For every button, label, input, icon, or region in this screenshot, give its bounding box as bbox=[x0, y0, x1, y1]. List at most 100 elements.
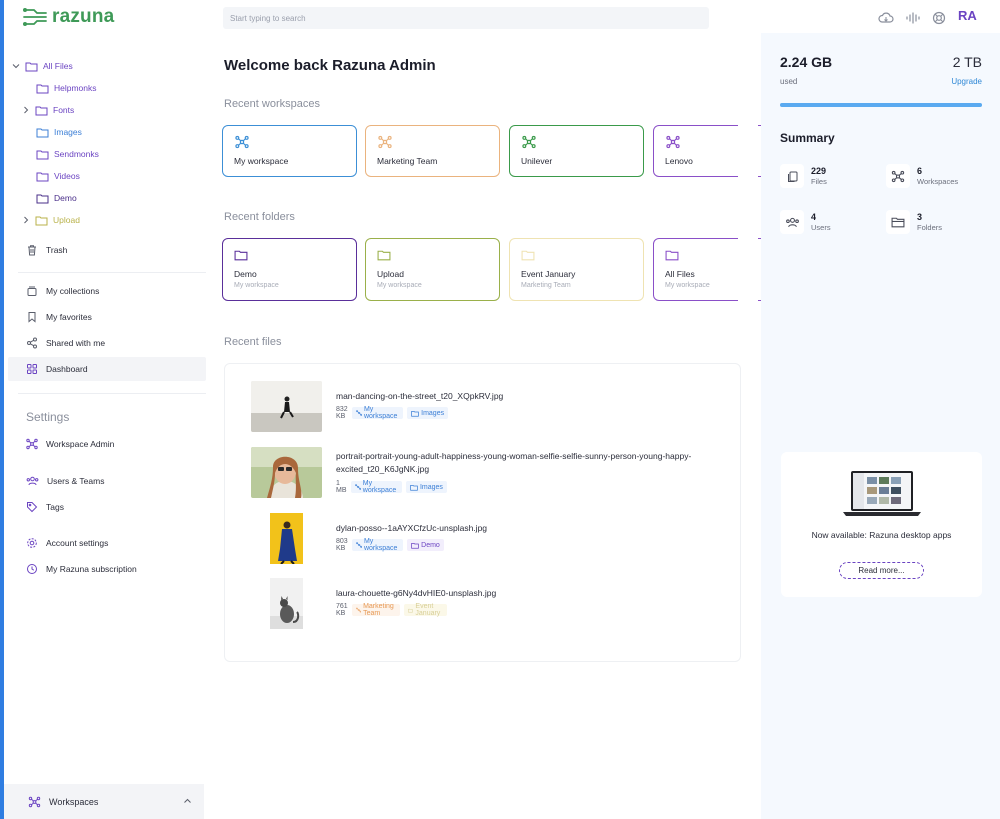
tree-label: Sendmonks bbox=[54, 149, 99, 159]
workspace-tag[interactable]: My workspace bbox=[351, 406, 404, 420]
sidebar-item-label: Users & Teams bbox=[47, 476, 105, 486]
folder-card[interactable]: Event January Marketing Team bbox=[509, 238, 644, 301]
storage-progress-bar bbox=[780, 103, 982, 107]
stat-label: Workspaces bbox=[917, 176, 959, 186]
folder-icon bbox=[35, 106, 48, 115]
bookmark-icon bbox=[28, 312, 36, 323]
folder-tag[interactable]: Images bbox=[407, 407, 449, 419]
sidebar-item-shared[interactable]: Shared with me bbox=[26, 335, 105, 351]
chevron-up-icon[interactable] bbox=[183, 797, 192, 805]
dashboard-grid-icon bbox=[27, 364, 37, 374]
sidebar-item-label: Dashboard bbox=[46, 364, 88, 374]
audio-wave-icon[interactable] bbox=[904, 9, 922, 27]
workspace-card[interactable]: Marketing Team bbox=[365, 125, 500, 177]
sidebar-item-favorites[interactable]: My favorites bbox=[26, 309, 92, 325]
tree-label: All Files bbox=[43, 61, 73, 71]
workspace-tag-label: My workspace bbox=[363, 538, 398, 552]
folder-icon bbox=[234, 250, 248, 261]
file-name[interactable]: man-dancing-on-the-street_t20_XQpkRV.jpg bbox=[336, 390, 726, 403]
sidebar-divider bbox=[18, 393, 206, 394]
upgrade-link[interactable]: Upgrade bbox=[951, 77, 982, 86]
collection-icon bbox=[27, 286, 37, 296]
folder-tag[interactable]: Images bbox=[405, 481, 447, 493]
workspace-network-icon bbox=[26, 438, 38, 450]
help-lifebuoy-icon[interactable] bbox=[930, 9, 948, 27]
tree-item-demo[interactable]: Demo bbox=[36, 191, 77, 205]
sidebar-item-dashboard[interactable]: Dashboard bbox=[26, 361, 88, 377]
stat-label: Users bbox=[811, 222, 831, 232]
folder-card[interactable]: Upload My workspace bbox=[365, 238, 500, 301]
file-thumbnail[interactable] bbox=[251, 381, 322, 432]
folder-icon bbox=[25, 62, 38, 71]
file-thumbnail[interactable] bbox=[251, 513, 322, 564]
workspace-network-icon bbox=[355, 410, 362, 416]
search-input[interactable] bbox=[223, 7, 709, 29]
file-name[interactable]: portrait-portrait-young-adult-happiness-… bbox=[336, 450, 726, 476]
tree-label: Helpmonks bbox=[54, 83, 97, 93]
tree-label: Upload bbox=[53, 215, 80, 225]
workspace-network-icon bbox=[355, 607, 361, 613]
razuna-logo[interactable]: razuna bbox=[22, 6, 114, 28]
sidebar-item-trash[interactable]: Trash bbox=[26, 242, 67, 258]
chevron-right-icon[interactable] bbox=[22, 216, 30, 224]
sidebar-item-tags[interactable]: Tags bbox=[26, 499, 64, 515]
share-icon bbox=[27, 337, 37, 349]
sidebar-item-label: My Razuna subscription bbox=[46, 564, 137, 574]
sidebar-item-label: Account settings bbox=[46, 538, 109, 548]
sidebar-item-workspace-admin[interactable]: Workspace Admin bbox=[26, 436, 114, 452]
folder-tag-label: Images bbox=[419, 483, 443, 491]
file-name[interactable]: dylan-posso--1aAYXCfzUc-unsplash.jpg bbox=[336, 522, 726, 535]
folder-tag[interactable]: Demo bbox=[407, 539, 444, 551]
file-thumbnail[interactable] bbox=[251, 578, 322, 629]
workspaces-switcher[interactable]: Workspaces bbox=[4, 784, 204, 819]
tree-item-all-files[interactable]: All Files bbox=[12, 59, 73, 73]
folder-tag[interactable]: Event January bbox=[404, 603, 448, 617]
sidebar-item-collections[interactable]: My collections bbox=[26, 283, 99, 299]
sidebar-item-users-teams[interactable]: Users & Teams bbox=[26, 473, 104, 489]
workspace-card[interactable]: Unilever bbox=[509, 125, 644, 177]
folder-tag-label: Images bbox=[421, 409, 445, 417]
folder-card[interactable]: Demo My workspace bbox=[222, 238, 357, 301]
chevron-down-icon[interactable] bbox=[12, 62, 20, 70]
workspaces-label: Workspaces bbox=[49, 796, 99, 807]
workspace-tag[interactable]: My workspace bbox=[350, 480, 402, 494]
tree-item-upload[interactable]: Upload bbox=[22, 213, 80, 227]
file-name[interactable]: laura-chouette-g6Ny4dvHIE0-unsplash.jpg bbox=[336, 587, 726, 600]
workspace-tag[interactable]: My workspace bbox=[351, 538, 404, 552]
cards-overflow-mask bbox=[738, 233, 758, 306]
tree-item-fonts[interactable]: Fonts bbox=[22, 103, 74, 117]
recent-files-panel: man-dancing-on-the-street_t20_XQpkRV.jpg… bbox=[224, 363, 741, 662]
sidebar-item-subscription[interactable]: My Razuna subscription bbox=[26, 561, 137, 577]
folder-icon bbox=[411, 410, 419, 417]
folder-tag-label: Event January bbox=[415, 603, 441, 617]
read-more-button[interactable]: Read more... bbox=[839, 562, 924, 579]
tree-item-helpmonks[interactable]: Helpmonks bbox=[36, 81, 97, 95]
sidebar-item-label: My collections bbox=[46, 286, 100, 296]
summary-title: Summary bbox=[780, 131, 835, 145]
tree-item-sendmonks[interactable]: Sendmonks bbox=[36, 147, 99, 161]
cards-overflow-mask bbox=[738, 120, 758, 182]
folder-icon bbox=[35, 216, 48, 225]
workspace-card-label: Lenovo bbox=[665, 156, 693, 166]
workspace-card-label: Unilever bbox=[521, 156, 553, 166]
folder-icon bbox=[521, 250, 535, 261]
file-thumbnail[interactable] bbox=[251, 447, 322, 498]
workspace-network-icon bbox=[522, 135, 536, 149]
tree-label: Images bbox=[54, 127, 82, 137]
settings-heading: Settings bbox=[26, 410, 70, 424]
file-meta: 761 KB Marketing Team Event January bbox=[336, 603, 448, 617]
cloud-icon[interactable] bbox=[877, 9, 895, 27]
tree-item-videos[interactable]: Videos bbox=[36, 169, 80, 183]
chevron-right-icon[interactable] bbox=[22, 106, 30, 114]
page-title: Welcome back Razuna Admin bbox=[224, 57, 436, 74]
stat-label: Files bbox=[811, 176, 827, 186]
folder-icon bbox=[411, 542, 419, 549]
workspace-card[interactable]: My workspace bbox=[222, 125, 357, 177]
user-avatar[interactable]: RA bbox=[958, 8, 977, 23]
folder-icon bbox=[36, 150, 49, 159]
sidebar-item-account-settings[interactable]: Account settings bbox=[26, 535, 108, 551]
recent-files-title: Recent files bbox=[224, 336, 282, 348]
tree-item-images[interactable]: Images bbox=[36, 125, 82, 139]
workspace-tag[interactable]: Marketing Team bbox=[351, 603, 401, 617]
file-size: 832 KB bbox=[336, 406, 348, 420]
